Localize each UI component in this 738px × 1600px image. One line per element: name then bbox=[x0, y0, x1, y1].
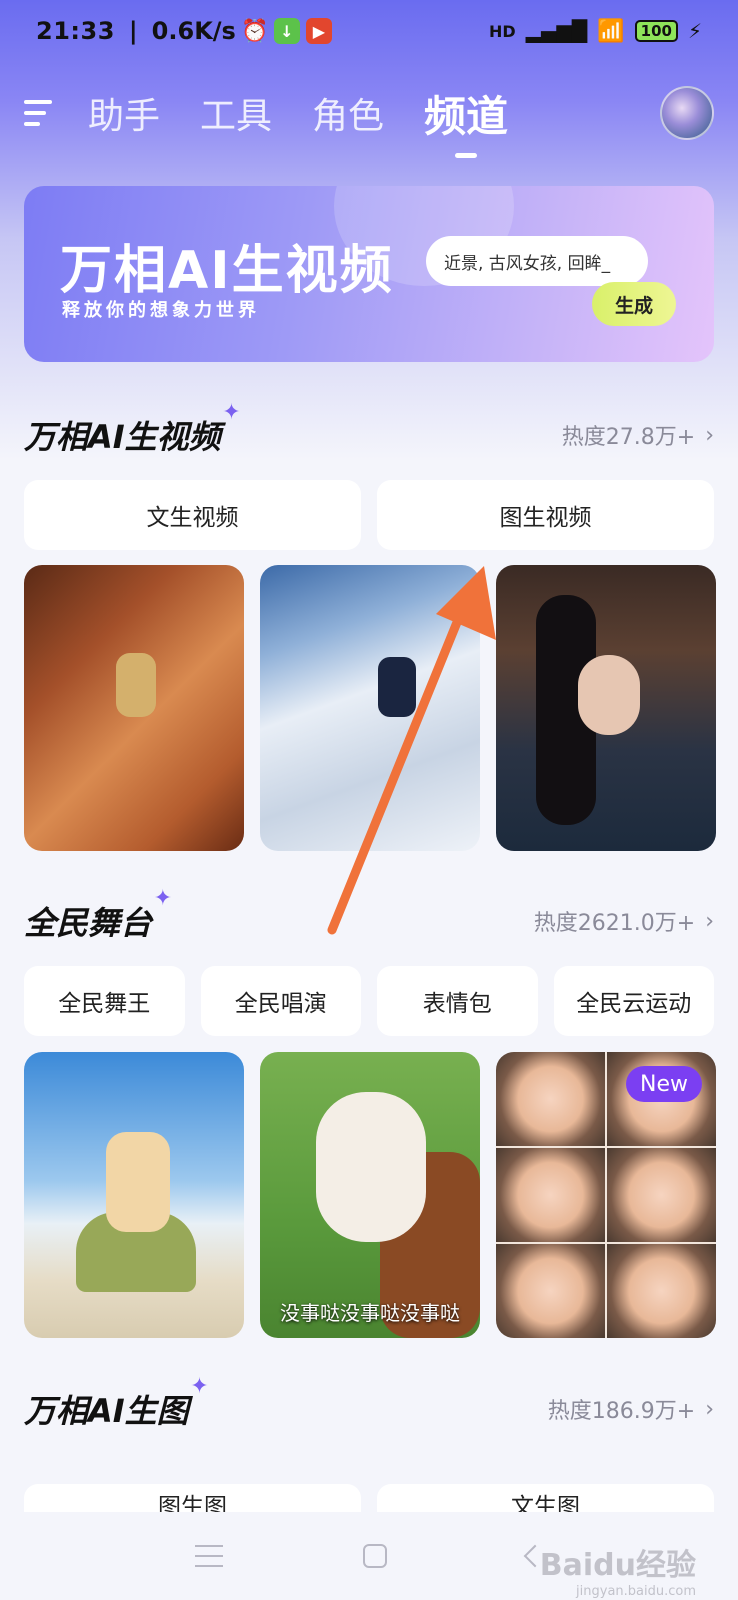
heat-value: 热度186.9万+ bbox=[547, 1399, 696, 1424]
stage-card-cow[interactable]: 没事哒没事哒没事哒 bbox=[260, 1052, 480, 1338]
section-title-image: 万相AI生图 ✦ bbox=[24, 1374, 209, 1432]
banner-title: 万相AI生视频 bbox=[60, 241, 394, 301]
alarm-icon: ⏰ bbox=[241, 18, 269, 44]
skier-figure bbox=[378, 657, 416, 717]
video-app-icon: ▶ bbox=[305, 18, 332, 44]
status-speed: 0.6K/s bbox=[151, 17, 236, 45]
kid-face bbox=[496, 1052, 605, 1146]
heat-value: 热度2621.0万+ bbox=[533, 911, 696, 936]
promo-banner[interactable]: 万相AI生视频 释放你的想象力世界 近景, 古风女孩, 回眸_ 生成 bbox=[24, 186, 714, 362]
video-card-row bbox=[24, 565, 716, 851]
new-badge: New bbox=[626, 1066, 702, 1102]
sparkle-icon: ✦ bbox=[190, 1374, 209, 1399]
image-to-video-button[interactable]: 图生视频 bbox=[377, 480, 714, 550]
card-caption: 没事哒没事哒没事哒 bbox=[280, 1301, 460, 1325]
status-time: 21:33 bbox=[36, 17, 115, 45]
image-mode-row: 图生图 文生图 bbox=[24, 1484, 714, 1514]
heat-link-stage[interactable]: 热度2621.0万+ › bbox=[534, 905, 714, 937]
tab-assistant[interactable]: 助手 bbox=[88, 87, 160, 139]
dance-king-button[interactable]: 全民舞王 bbox=[24, 966, 185, 1036]
tab-roles[interactable]: 角色 bbox=[312, 87, 384, 139]
sparkle-icon: ✦ bbox=[153, 886, 173, 911]
battery-icon: 100 bbox=[634, 20, 678, 42]
kid-face bbox=[496, 1244, 605, 1338]
wifi-icon: 📶 bbox=[597, 18, 625, 44]
video-card-skier[interactable] bbox=[260, 565, 480, 851]
watermark: Baidu经验 jingyan.baidu.com bbox=[540, 1540, 696, 1599]
status-right: HD ▂▄▆█ 📶 100 ⚡ bbox=[489, 19, 702, 44]
cow-head-figure bbox=[316, 1092, 426, 1242]
section-title-stage: 全民舞台 ✦ bbox=[24, 886, 172, 944]
avatar[interactable] bbox=[660, 86, 714, 140]
chevron-right-icon: › bbox=[705, 908, 714, 934]
charging-icon: ⚡ bbox=[687, 19, 702, 43]
stage-card-dancer[interactable] bbox=[24, 1052, 244, 1338]
chevron-right-icon: › bbox=[705, 422, 714, 448]
watermark-url: jingyan.baidu.com bbox=[576, 1584, 696, 1599]
image-to-image-button[interactable]: 图生图 bbox=[24, 1484, 361, 1514]
video-card-ancient-girl[interactable] bbox=[496, 565, 716, 851]
signal-icon: ▂▄▆█ bbox=[525, 19, 588, 43]
section-title-text: 全民舞台 bbox=[24, 904, 153, 942]
sparkle-icon: ✦ bbox=[222, 400, 241, 425]
section-title-text: 万相AI生图 bbox=[24, 1392, 189, 1430]
stage-card-emoji-kids[interactable]: New bbox=[496, 1052, 716, 1338]
network-hd-label: HD bbox=[489, 21, 516, 41]
emoji-pack-button[interactable]: 表情包 bbox=[377, 966, 538, 1036]
recent-apps-icon[interactable] bbox=[195, 1545, 223, 1567]
kid-face bbox=[496, 1148, 605, 1242]
section-title-text: 万相AI生视频 bbox=[24, 418, 221, 456]
text-to-image-button[interactable]: 文生图 bbox=[377, 1484, 714, 1514]
menu-icon[interactable] bbox=[24, 95, 60, 131]
stage-card-row: 没事哒没事哒没事哒 New bbox=[24, 1052, 716, 1338]
video-mode-row: 文生视频 图生视频 bbox=[24, 480, 714, 550]
tab-tools[interactable]: 工具 bbox=[200, 87, 272, 139]
watermark-text: Baidu经验 bbox=[539, 1548, 696, 1583]
heat-value: 热度27.8万+ bbox=[561, 425, 696, 450]
leopard-figure bbox=[116, 653, 156, 717]
text-to-video-button[interactable]: 文生视频 bbox=[24, 480, 361, 550]
cloud-sports-button[interactable]: 全民云运动 bbox=[553, 966, 714, 1036]
face-figure bbox=[578, 655, 640, 735]
kid-face bbox=[607, 1148, 716, 1242]
status-bar: 21:33 | 0.6K/s ⏰ ↓ ▶ HD ▂▄▆█ 📶 100 ⚡ bbox=[0, 0, 738, 62]
section-header-image: 万相AI生图 ✦ 热度186.9万+ › bbox=[24, 1374, 714, 1434]
chevron-right-icon: › bbox=[705, 1396, 714, 1422]
banner-subtitle: 释放你的想象力世界 bbox=[62, 300, 260, 321]
top-nav: 助手 工具 角色 频道 bbox=[0, 78, 738, 158]
video-card-canyon-leopard[interactable] bbox=[24, 565, 244, 851]
stage-mode-row: 全民舞王 全民唱演 表情包 全民云运动 bbox=[24, 966, 714, 1036]
section-title-video: 万相AI生视频 ✦ bbox=[24, 400, 241, 458]
generate-button[interactable]: 生成 bbox=[592, 282, 676, 326]
battery-level: 100 bbox=[640, 22, 672, 40]
tab-channel[interactable]: 频道 bbox=[424, 83, 508, 158]
kid-face bbox=[607, 1244, 716, 1338]
download-app-icon: ↓ bbox=[273, 18, 300, 44]
banner-prompt-input[interactable]: 近景, 古风女孩, 回眸_ bbox=[426, 236, 648, 286]
section-header-stage: 全民舞台 ✦ 热度2621.0万+ › bbox=[24, 886, 714, 946]
sing-perform-button[interactable]: 全民唱演 bbox=[200, 966, 361, 1036]
dancer-figure bbox=[106, 1132, 170, 1232]
status-separator: | bbox=[128, 17, 138, 45]
section-header-video: 万相AI生视频 ✦ 热度27.8万+ › bbox=[24, 400, 714, 460]
heat-link-video[interactable]: 热度27.8万+ › bbox=[562, 419, 714, 451]
home-icon[interactable] bbox=[363, 1544, 387, 1568]
heat-link-image[interactable]: 热度186.9万+ › bbox=[548, 1393, 714, 1425]
status-left: 21:33 | 0.6K/s ⏰ ↓ ▶ bbox=[36, 17, 332, 45]
